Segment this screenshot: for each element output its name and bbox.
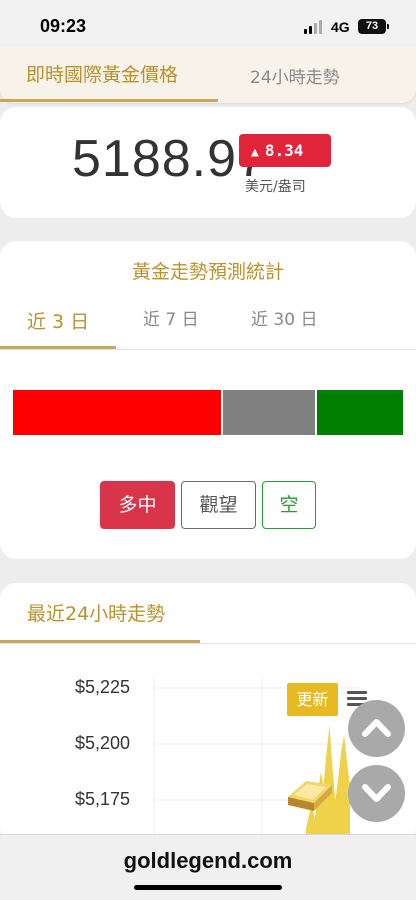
- network-type: 4G: [331, 19, 350, 35]
- tab-24h-trend[interactable]: 24小時走勢: [250, 63, 340, 88]
- y-tick-label: $5,175: [75, 789, 131, 809]
- up-arrow-icon: ▲: [251, 145, 259, 160]
- gold-bar-icon: [288, 781, 332, 811]
- divider: [0, 643, 416, 644]
- divider: [0, 349, 416, 350]
- tab-period-3d[interactable]: 近 3 日: [27, 307, 89, 334]
- price-card: 5188.97: [0, 107, 416, 218]
- tab-realtime-price[interactable]: 即時國際黃金價格: [26, 60, 178, 87]
- tab-period-30d[interactable]: 近 30 日: [251, 305, 317, 330]
- battery-icon: 73: [358, 19, 389, 34]
- active-tab-underline: [0, 99, 218, 102]
- distribution-segment: [13, 390, 222, 435]
- forecast-distribution-bar: [13, 390, 403, 435]
- chevron-down-icon: [362, 784, 391, 802]
- chevron-up-icon: [362, 719, 391, 737]
- price-unit: 美元/盎司: [245, 179, 306, 195]
- y-tick-label: $5,225: [75, 677, 131, 697]
- tab-period-7d[interactable]: 近 7 日: [143, 305, 199, 330]
- forecast-card: 黃金走勢預測統計 近 3 日 近 7 日 近 30 日 多中 觀望 空: [0, 241, 416, 559]
- scroll-up-button[interactable]: [348, 700, 405, 757]
- gold-price: 5188.97: [72, 130, 267, 188]
- refresh-button[interactable]: 更新: [287, 683, 338, 716]
- scroll-down-button[interactable]: [348, 765, 405, 822]
- price-change-badge: ▲ 8.34: [239, 134, 331, 167]
- home-indicator[interactable]: [134, 885, 282, 890]
- vote-bear-button[interactable]: 空: [262, 481, 316, 529]
- trend-title: 最近24小時走勢: [27, 603, 166, 625]
- site-domain[interactable]: goldlegend.com: [0, 848, 416, 874]
- distribution-segment: [221, 390, 316, 435]
- status-time: 09:23: [40, 16, 87, 36]
- distribution-segment: [315, 390, 403, 435]
- price-change-value: 8.34: [264, 141, 304, 160]
- browser-footer: goldlegend.com: [0, 834, 416, 900]
- status-bar: 09:23 4G 73: [0, 0, 416, 52]
- forecast-title: 黃金走勢預測統計: [131, 261, 284, 283]
- header-tabs: 即時國際黃金價格 24小時走勢: [0, 46, 416, 103]
- vote-bull-button[interactable]: 多中: [100, 481, 175, 529]
- signal-icon: [304, 20, 324, 34]
- vote-watch-button[interactable]: 觀望: [181, 481, 256, 529]
- y-tick-label: $5,200: [75, 733, 131, 753]
